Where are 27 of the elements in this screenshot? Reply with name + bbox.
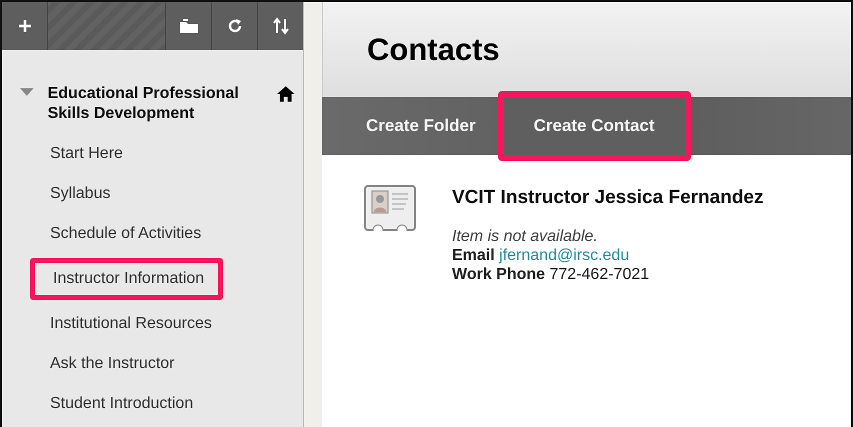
menu-item[interactable]: Institutional Resources <box>34 312 212 336</box>
menu-item[interactable]: Start Here <box>34 142 123 166</box>
email-link[interactable]: jfernand@irsc.edu <box>499 247 630 264</box>
course-title: Educational Professional Skills Development <box>48 84 240 124</box>
menu-item[interactable]: Ask the Instructor <box>34 352 174 376</box>
action-button[interactable]: Create Folder <box>344 97 498 155</box>
email-line: Email jfernand@irsc.edu <box>452 246 630 265</box>
contact-card-icon <box>364 185 416 231</box>
page-title: Contacts <box>367 32 500 68</box>
folder-icon <box>178 18 198 34</box>
sort-icon <box>272 17 290 35</box>
folder-button[interactable] <box>165 2 211 50</box>
refresh-icon <box>226 18 242 34</box>
sort-button[interactable] <box>257 2 303 50</box>
action-button[interactable]: Create Contact <box>498 91 691 161</box>
plus-icon <box>16 18 32 34</box>
refresh-button[interactable] <box>211 2 257 50</box>
availability-status: Item is not available. <box>452 227 599 246</box>
contact-name: VCIT Instructor Jessica Fernandez <box>452 187 764 209</box>
menu-item[interactable]: Instructor Information <box>30 258 224 300</box>
menu-item[interactable]: Student Introduction <box>34 392 194 416</box>
phone-line: Work Phone 772-462-7021 <box>452 265 650 284</box>
menu-item[interactable]: Syllabus <box>34 182 110 206</box>
home-icon <box>277 86 295 102</box>
collapse-arrow-icon[interactable] <box>20 88 34 98</box>
menu-item[interactable]: Schedule of Activities <box>34 222 202 246</box>
add-button[interactable] <box>2 2 48 50</box>
